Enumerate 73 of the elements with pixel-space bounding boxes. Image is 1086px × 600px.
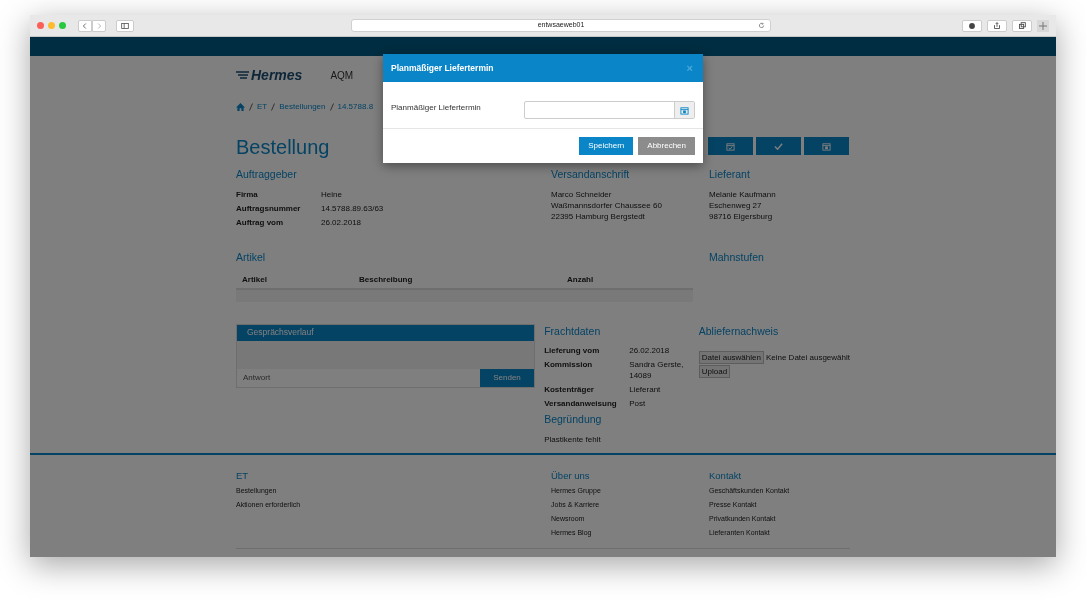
- calendar-icon: [680, 105, 689, 115]
- breadcrumb-separator: [329, 103, 334, 111]
- upload-button[interactable]: Upload: [698, 365, 731, 379]
- home-icon[interactable]: [236, 103, 245, 111]
- back-icon[interactable]: [78, 19, 92, 32]
- field-label: Firma: [236, 188, 259, 201]
- new-tab-icon[interactable]: [1037, 19, 1049, 32]
- choose-file-button[interactable]: Datei auswählen: [698, 351, 764, 365]
- address-line: Waßmannsdorfer Chaussee 60: [551, 199, 663, 211]
- logo-stripes-icon: [236, 70, 250, 80]
- breadcrumb-link[interactable]: ET: [257, 101, 268, 113]
- column-header: Artikel: [241, 273, 268, 286]
- app-name[interactable]: AQM: [330, 67, 354, 83]
- column-header: Beschreibung: [359, 273, 414, 286]
- section-heading: Auftraggeber: [236, 167, 298, 182]
- action-button[interactable]: [804, 137, 849, 155]
- reload-icon[interactable]: [758, 22, 765, 29]
- section-heading: Mahnstufen: [709, 249, 764, 265]
- section-heading: Begründung: [544, 412, 603, 428]
- field-value: 14.5788.89.63/63: [321, 202, 384, 215]
- minimize-window-icon[interactable]: [48, 22, 55, 29]
- tabs-icon[interactable]: [1012, 19, 1032, 32]
- field-value: 26.02.2018: [629, 345, 671, 357]
- section-heading: Versandanschrift: [551, 167, 631, 182]
- calendar-check-icon: [726, 141, 735, 151]
- footer-heading: Kontakt: [709, 469, 743, 483]
- field-label: Kostenträger: [544, 384, 595, 396]
- section-heading: Lieferant: [709, 167, 751, 182]
- field-value: Sandra Gerste, 14089: [629, 359, 685, 382]
- sidebar-icon[interactable]: [116, 19, 134, 32]
- section-heading: Artikel: [236, 249, 267, 265]
- section-heading: Abliefernachweis: [698, 323, 780, 339]
- breadcrumb-separator: [249, 103, 253, 111]
- column-header: Anzahl: [567, 273, 594, 286]
- action-button[interactable]: [756, 137, 801, 155]
- logo[interactable]: Hermes: [236, 68, 303, 82]
- page-title: Bestellung: [236, 137, 330, 157]
- field-label: Auftragsnummer: [236, 202, 302, 215]
- breadcrumb-link[interactable]: Bestellungen: [279, 101, 326, 113]
- footer-heading: ET: [236, 469, 250, 483]
- field-value: Heine: [321, 188, 342, 201]
- calendar-icon: [822, 141, 831, 151]
- panel-header: Gesprächsverlauf: [237, 324, 534, 341]
- section-heading: Frachtdaten: [544, 323, 602, 339]
- file-status: Keine Datei ausgewählt: [765, 351, 850, 364]
- maximize-window-icon[interactable]: [59, 22, 66, 29]
- address-line: Eschenweg 27: [709, 199, 763, 211]
- download-icon[interactable]: [962, 19, 982, 32]
- field-label: Lieferung vom: [544, 345, 601, 357]
- field-label: Kommission: [544, 359, 594, 372]
- address-line: Marco Schneider: [551, 188, 613, 200]
- address-line: 98716 Elgersburg: [709, 210, 774, 222]
- cancel-button[interactable]: Abbrechen: [638, 137, 695, 155]
- check-icon: [774, 141, 783, 151]
- field-label: Auftrag vom: [236, 216, 285, 229]
- modal-title: Planmäßiger Liefertermin: [391, 61, 494, 75]
- field-label: Planmäßiger Liefertermin: [391, 102, 482, 114]
- field-label: Versandanweisung: [544, 398, 618, 410]
- save-button[interactable]: Speichern: [579, 137, 634, 155]
- address-line: Melanie Kaufmann: [709, 188, 776, 200]
- field-value: 26.02.2018: [321, 216, 362, 229]
- forward-icon[interactable]: [92, 19, 106, 32]
- footer-heading: Über uns: [551, 469, 591, 483]
- share-icon[interactable]: [987, 19, 1007, 32]
- breadcrumb-link[interactable]: 14.5788.8: [337, 101, 374, 113]
- reason-text: Plastikente fehlt: [544, 434, 602, 446]
- breadcrumb-separator: [271, 103, 276, 111]
- field-value: Post: [629, 398, 647, 410]
- close-window-icon[interactable]: [37, 22, 44, 29]
- date-field[interactable]: [524, 101, 695, 119]
- action-button[interactable]: [708, 137, 753, 155]
- address-line: 22395 Hamburg Bergstedt: [551, 210, 646, 222]
- field-value: Lieferant: [629, 384, 662, 396]
